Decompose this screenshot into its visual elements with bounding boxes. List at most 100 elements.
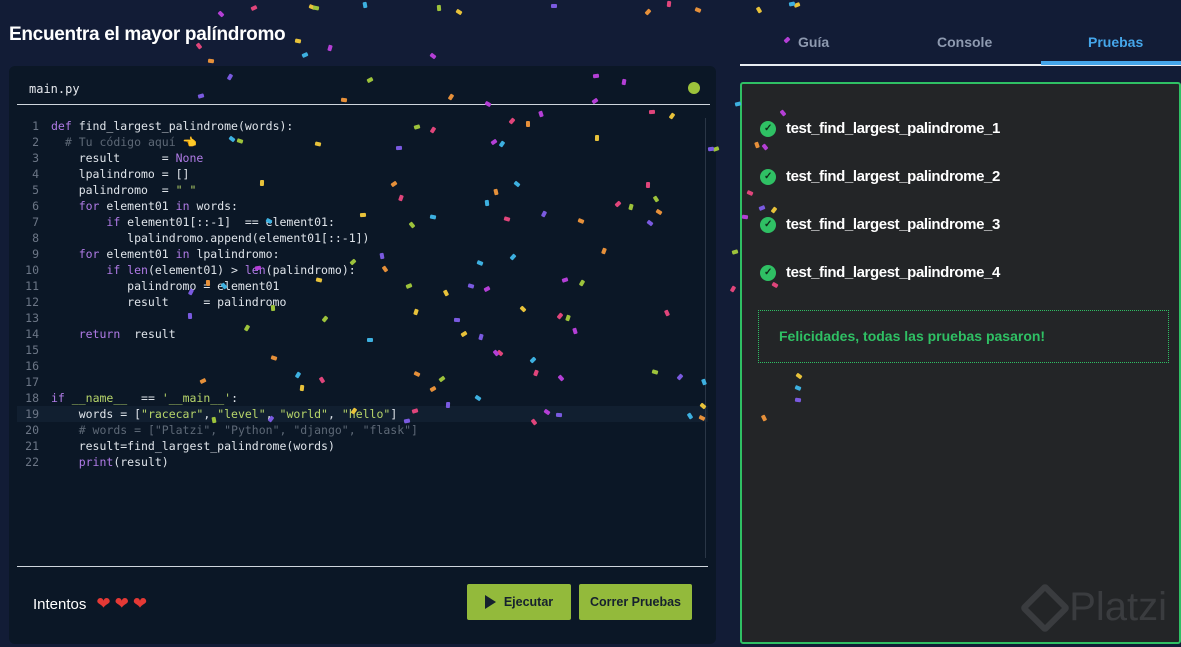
line-number: 3	[32, 151, 39, 165]
confetti-piece	[731, 249, 739, 255]
code-line[interactable]: 3 result = None	[17, 150, 708, 166]
code-token: print	[78, 455, 114, 469]
code-area[interactable]: 1 def find_largest_palindrome(words): 2 # …	[17, 118, 708, 470]
run-tests-button[interactable]: Correr Pruebas	[579, 584, 692, 620]
heart-icon: ❤	[96, 594, 111, 613]
code-line[interactable]: 5 palindromo = " "	[17, 182, 708, 198]
status-dot	[688, 82, 700, 94]
code-token: in	[175, 199, 190, 213]
scrollbar[interactable]	[705, 118, 706, 558]
confetti-piece	[187, 313, 193, 320]
success-message: Felicidades, todas las pruebas pasaron!	[758, 310, 1169, 363]
line-number: 19	[25, 407, 39, 421]
confetti-piece	[362, 2, 368, 9]
code-token: lpalindromo = []	[51, 167, 190, 181]
confetti-piece	[741, 214, 749, 220]
active-tab-indicator	[1041, 61, 1181, 65]
check-icon: ✓	[760, 216, 776, 233]
confetti-piece	[217, 10, 225, 18]
confetti-piece	[666, 1, 672, 8]
test-item: ✓ test_find_largest_palindrome_4	[760, 264, 1000, 281]
code-line[interactable]: 12 result = palindromo	[17, 294, 708, 310]
confetti-piece	[294, 38, 302, 44]
code-token: find_largest_palindrome(words):	[78, 119, 294, 133]
line-number: 12	[25, 295, 39, 309]
confetti-piece	[260, 179, 265, 186]
line-number: 5	[32, 183, 39, 197]
line-number: 14	[25, 327, 39, 341]
code-token: if len	[106, 263, 148, 277]
confetti-piece	[455, 8, 464, 16]
confetti-piece	[366, 337, 373, 342]
code-token: for	[78, 199, 100, 213]
confetti-piece	[312, 5, 320, 11]
code-token: (result)	[113, 455, 169, 469]
confetti-piece	[484, 199, 490, 206]
test-name: test_find_largest_palindrome_4	[786, 264, 1000, 281]
confetti-piece	[453, 317, 460, 323]
confetti-piece	[206, 279, 211, 286]
line-number: 2	[32, 135, 39, 149]
code-line[interactable]: 8 lpalindromo.append(element01[::-1])	[17, 230, 708, 246]
line-number: 17	[25, 375, 39, 389]
code-token: result	[120, 327, 176, 341]
code-token: ]	[390, 407, 398, 421]
line-number: 10	[25, 263, 39, 277]
code-line[interactable]: 14 return result	[17, 326, 708, 342]
test-item: ✓ test_find_largest_palindrome_1	[760, 120, 1000, 137]
code-line[interactable]: 4 lpalindromo = []	[17, 166, 708, 182]
code-line[interactable]: 17	[17, 374, 708, 390]
confetti-piece	[493, 188, 499, 196]
confetti-piece	[360, 212, 367, 218]
code-line[interactable]: 21 result=find_largest_palindrome(words)	[17, 438, 708, 454]
tab-pruebas[interactable]: Pruebas	[1088, 34, 1143, 50]
code-line[interactable]: 11 palindromo = element01	[17, 278, 708, 294]
code-line[interactable]: 16	[17, 358, 708, 374]
code-token: " "	[175, 183, 197, 197]
confetti-piece	[429, 214, 437, 220]
platzi-logo-icon	[1019, 582, 1071, 633]
tab-console[interactable]: Console	[937, 34, 992, 50]
attempts-label: Intentos	[33, 595, 87, 613]
code-line[interactable]: 19 words = ["racecar", "level", "world",…	[17, 406, 708, 422]
file-tab[interactable]: main.py	[29, 82, 80, 96]
confetti-piece	[327, 44, 334, 52]
code-line[interactable]: 10 if len(element01) > len(palindromo):	[17, 262, 708, 278]
test-item: ✓ test_find_largest_palindrome_2	[760, 168, 1000, 185]
code-token: return	[78, 327, 121, 341]
test-name: test_find_largest_palindrome_3	[786, 216, 1000, 233]
check-icon: ✓	[760, 120, 776, 137]
code-editor[interactable]: main.py 1 def find_largest_palindrome(wor…	[9, 66, 716, 644]
line-number: 16	[25, 359, 39, 373]
code-token: element01[::-1] == element01:	[120, 215, 335, 229]
code-token: # words = ["Platzi", "Python", "django",…	[78, 423, 418, 437]
code-line[interactable]: 13	[17, 310, 708, 326]
code-line[interactable]: 2 # Tu código aquí 👈	[17, 134, 708, 150]
code-line[interactable]: 6 for element01 in words:	[17, 198, 708, 214]
confetti-piece	[379, 252, 385, 260]
tab-bar: Guía Console Pruebas	[740, 0, 1181, 66]
code-line[interactable]: 1 def find_largest_palindrome(words):	[17, 118, 708, 134]
divider	[17, 566, 708, 567]
confetti-piece	[555, 412, 563, 417]
line-number: 7	[32, 215, 39, 229]
tab-guia[interactable]: Guía	[798, 34, 829, 50]
code-token: def	[51, 119, 79, 133]
confetti-piece	[270, 305, 275, 312]
line-number: 6	[32, 199, 39, 213]
code-line[interactable]: 20 # words = ["Platzi", "Python", "djang…	[17, 422, 708, 438]
code-line[interactable]: 18 if __name__ == '__main__':	[17, 390, 708, 406]
confetti-piece	[648, 109, 655, 114]
confetti-piece	[592, 73, 600, 79]
test-name: test_find_largest_palindrome_1	[786, 120, 1000, 137]
code-line[interactable]: 22 print (result)	[17, 454, 708, 470]
code-token: words:	[189, 199, 238, 213]
run-tests-label: Correr Pruebas	[589, 595, 681, 609]
code-token: "hello"	[341, 407, 391, 421]
run-button[interactable]: Ejecutar	[467, 584, 571, 620]
code-line[interactable]: 15	[17, 342, 708, 358]
